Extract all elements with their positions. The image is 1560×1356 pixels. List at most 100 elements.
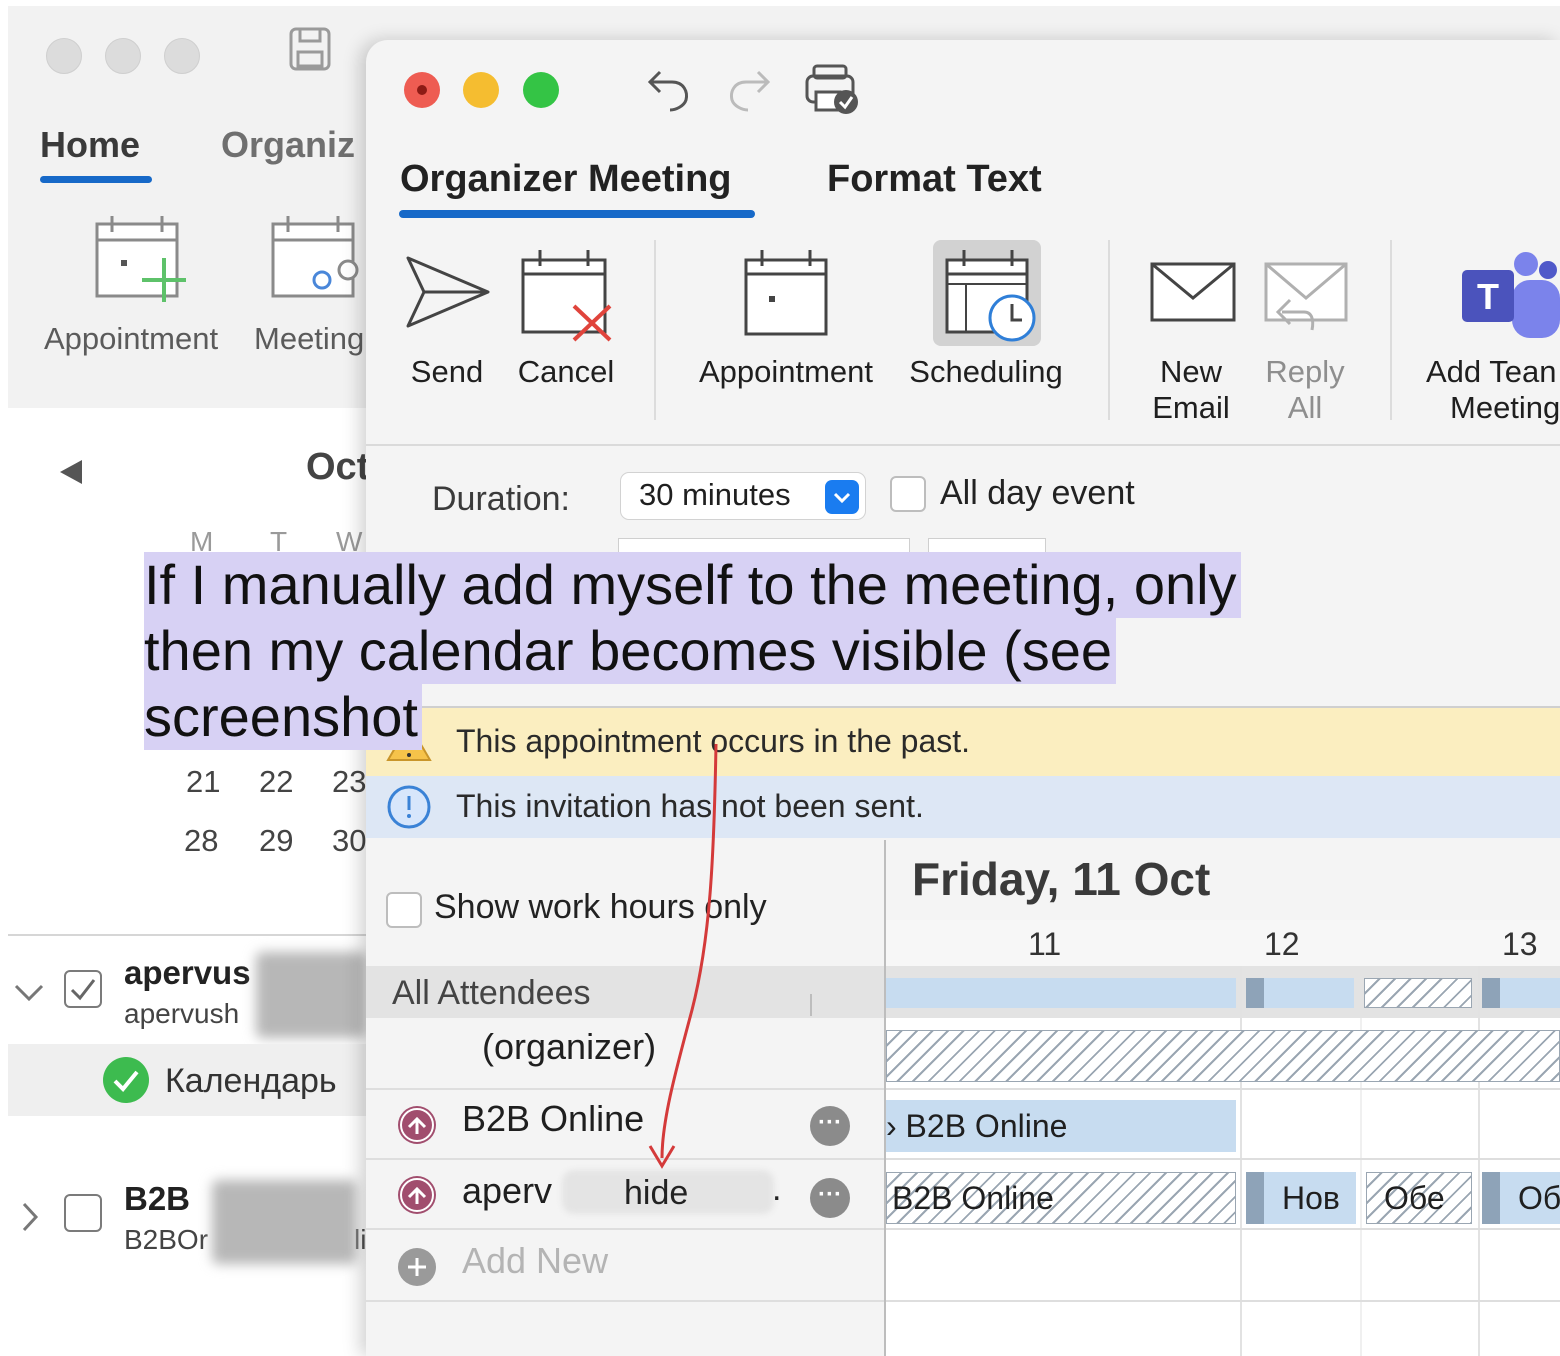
combined-busy-block	[886, 978, 1236, 1008]
chevron-down-icon[interactable]	[12, 982, 46, 1004]
add-teams-label-line1: Add Tean	[1426, 354, 1557, 389]
reply-all-icon	[1264, 262, 1348, 331]
previous-month-icon[interactable]	[58, 458, 84, 486]
undo-icon[interactable]	[646, 62, 694, 114]
row-divider	[886, 1158, 1560, 1160]
combined-tentative-block	[1364, 978, 1472, 1008]
add-teams-meeting-button[interactable]: Add Tean Meeting	[1426, 354, 1560, 426]
row-divider	[366, 1158, 884, 1160]
all-day-label: All day event	[940, 474, 1135, 512]
chevron-right-icon[interactable]	[20, 1200, 40, 1234]
minimize-dot-inactive[interactable]	[105, 38, 141, 74]
new-email-label-line1: New	[1159, 354, 1222, 389]
zoom-dot-inactive[interactable]	[164, 38, 200, 74]
send-icon[interactable]	[404, 254, 492, 330]
work-hours-checkbox[interactable]	[386, 892, 422, 928]
calendar-day[interactable]: 29	[259, 823, 293, 859]
attendee-row[interactable]: (organizer)	[366, 1018, 884, 1088]
reply-all-button: Reply All	[1250, 354, 1360, 426]
not-sent-banner: This invitation has not been sent.	[366, 776, 1560, 838]
teams-icon[interactable]: T	[1460, 246, 1560, 342]
account-email: apervush	[124, 998, 240, 1029]
attendee-name[interactable]: B2B Online	[462, 1098, 644, 1140]
attendee-name[interactable]: aperv	[462, 1170, 552, 1212]
cancel-meeting-icon[interactable]	[518, 248, 618, 344]
ribbon-appointment-label: Appointment	[44, 321, 219, 356]
cancel-button[interactable]: Cancel	[510, 354, 622, 390]
schedule-day-title: Friday, 11 Oct	[912, 853, 1211, 905]
calendar-day[interactable]: 28	[184, 823, 218, 859]
divider	[8, 934, 378, 936]
hour-gridline	[1240, 966, 1242, 1356]
appointment-button[interactable]: Appointment	[690, 354, 882, 390]
redaction-blur	[256, 952, 366, 1038]
new-email-button[interactable]: New Email	[1136, 354, 1246, 426]
all-day-checkbox[interactable]	[890, 476, 926, 512]
info-icon	[387, 785, 431, 829]
send-button[interactable]: Send	[401, 354, 493, 390]
event-label-text: B2B Online	[905, 1108, 1068, 1144]
save-icon[interactable]	[288, 26, 332, 72]
required-attendee-icon[interactable]	[398, 1106, 436, 1144]
toolbar-separator	[654, 240, 656, 420]
schedule-grid: Friday, 11 Oct 11 12 13 › B2B Online B2B…	[886, 840, 1560, 1356]
attendees-header-label: All Attendees	[392, 974, 591, 1012]
tab-home[interactable]: Home	[40, 124, 140, 166]
toolbar-separator	[1108, 240, 1110, 420]
close-dot-inactive[interactable]	[46, 38, 82, 74]
required-attendee-icon[interactable]	[398, 1176, 436, 1214]
more-options-icon[interactable]: ···	[810, 1178, 850, 1218]
appointment-icon[interactable]	[740, 248, 832, 338]
event-label: Обе	[1384, 1180, 1445, 1216]
tab-organizer[interactable]: Organiz	[221, 124, 355, 166]
ribbon-meeting-label: Meeting	[254, 321, 365, 356]
redaction-blur	[212, 1180, 356, 1264]
chevron-down-icon[interactable]	[825, 480, 859, 514]
row-divider	[366, 1088, 884, 1090]
hour-header-row	[886, 920, 1560, 966]
attendee-name-suffix: .	[772, 1170, 782, 1208]
meeting-editor-window: Organizer Meeting Format Text T Send Can…	[366, 40, 1560, 1356]
account-checkbox[interactable]	[64, 1194, 102, 1232]
hour-gridline	[1478, 966, 1480, 1356]
account-checkbox[interactable]	[64, 970, 102, 1008]
redo-icon[interactable]	[724, 62, 772, 114]
print-status-icon[interactable]	[804, 64, 860, 116]
annotation-arrow-icon	[648, 743, 718, 1169]
new-email-icon[interactable]	[1148, 260, 1238, 324]
calendar-name[interactable]: Календарь	[165, 1062, 337, 1101]
event-mark	[1246, 1172, 1264, 1224]
account-name: B2B	[124, 1180, 191, 1217]
scheduling-button[interactable]: Scheduling	[900, 354, 1072, 390]
calendar-day[interactable]: 21	[186, 764, 220, 800]
calendar-day[interactable]: 22	[259, 764, 293, 800]
new-appointment-icon[interactable]	[94, 214, 194, 304]
add-attendee-icon[interactable]	[398, 1248, 436, 1286]
annotation-line-3: screenshot	[144, 684, 422, 750]
row-divider	[366, 1300, 884, 1302]
duration-value: 30 minutes	[639, 477, 791, 512]
active-tab-underline	[40, 176, 152, 183]
reply-all-label-line2: All	[1287, 390, 1323, 425]
more-options-icon[interactable]: ···	[810, 1106, 850, 1146]
duration-select[interactable]: 30 minutes	[620, 472, 866, 520]
row-divider	[886, 1300, 1560, 1302]
add-new-attendee[interactable]: Add New	[462, 1240, 608, 1282]
attendees-header: All Attendees	[366, 966, 884, 1018]
checkmark-circle-icon	[103, 1057, 149, 1103]
calendar-day[interactable]: 30	[332, 823, 366, 859]
annotation-line-1: If I manually add myself to the meeting,…	[144, 552, 1241, 618]
reply-all-label-line1: Reply	[1265, 354, 1345, 389]
row-divider	[366, 1228, 884, 1230]
annotation-line-2: then my calendar becomes visible (see	[144, 618, 1117, 684]
new-meeting-icon[interactable]	[270, 214, 370, 304]
close-button[interactable]	[404, 72, 440, 108]
combined-busy-block	[1500, 978, 1560, 1008]
tab-format-text[interactable]: Format Text	[827, 158, 1042, 201]
calendar-day[interactable]: 23	[332, 764, 366, 800]
attendee-panel: Show work hours only All Attendees (orga…	[366, 840, 886, 1356]
column-resize-handle[interactable]	[810, 994, 812, 1016]
tab-organizer-meeting[interactable]: Organizer Meeting	[400, 158, 732, 201]
minimize-button[interactable]	[463, 72, 499, 108]
zoom-button[interactable]	[523, 72, 559, 108]
